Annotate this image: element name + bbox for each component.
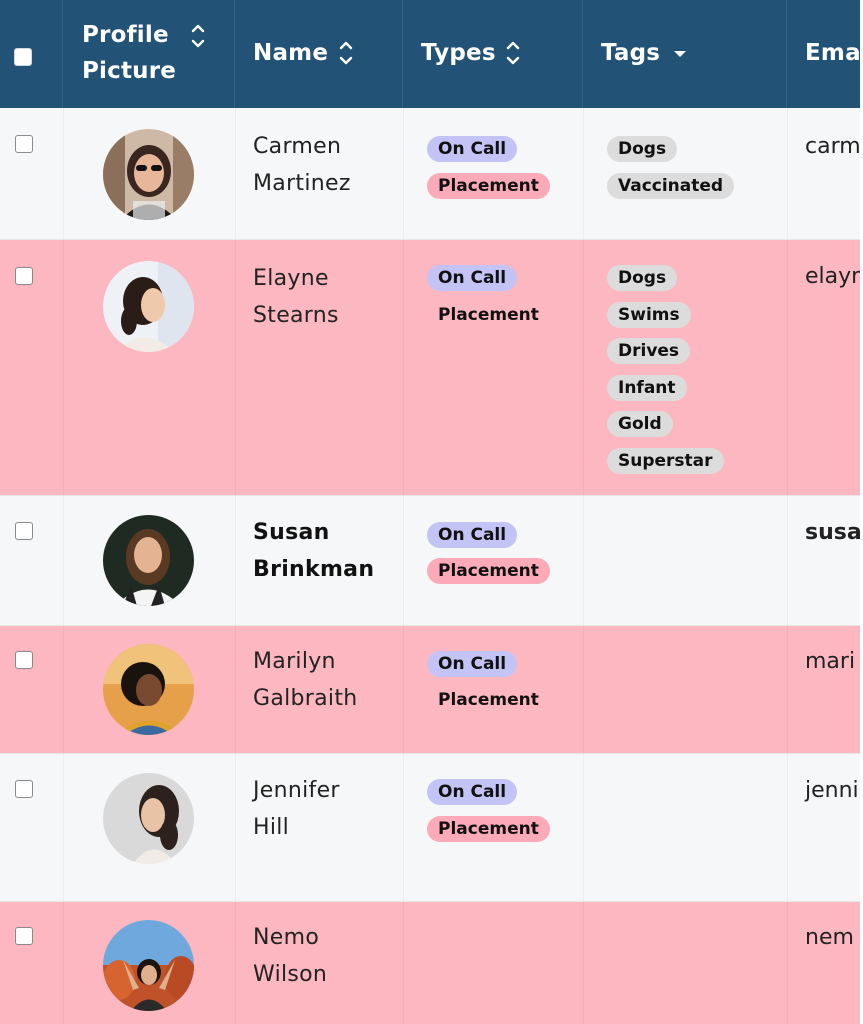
- row-checkbox[interactable]: [15, 780, 33, 798]
- header-tags[interactable]: Tags: [583, 0, 787, 108]
- tag-badge: Vaccinated: [607, 173, 735, 199]
- tag-badge: Dogs: [607, 265, 678, 291]
- email-cell[interactable]: mari: [805, 643, 855, 680]
- header-profile-picture[interactable]: Profile Picture: [63, 0, 235, 108]
- last-name: Wilson: [253, 962, 328, 987]
- first-name: Marilyn: [253, 649, 336, 674]
- email-cell[interactable]: carm: [805, 128, 860, 165]
- caret-down-icon[interactable]: [673, 49, 687, 59]
- table-row[interactable]: Jennifer Hill On Call Placement jenni: [0, 754, 860, 902]
- tag-badge: Gold: [607, 411, 673, 437]
- type-badge-on-call: On Call: [427, 136, 518, 162]
- row-checkbox[interactable]: [15, 927, 33, 945]
- table-row[interactable]: Elayne Stearns On Call Placement Dogs Sw…: [0, 240, 860, 496]
- sort-icon[interactable]: [506, 39, 520, 67]
- email-cell[interactable]: susa: [805, 514, 860, 551]
- avatar: [103, 515, 194, 606]
- row-checkbox[interactable]: [15, 135, 33, 153]
- last-name: Stearns: [253, 303, 339, 328]
- first-name: Susan: [253, 520, 330, 545]
- row-checkbox[interactable]: [15, 267, 33, 285]
- type-badge-on-call: On Call: [427, 265, 518, 291]
- email-cell[interactable]: elayn: [805, 258, 860, 295]
- avatar: [103, 129, 194, 220]
- avatar: [103, 920, 194, 1011]
- avatar: [103, 773, 194, 864]
- table-row[interactable]: Carmen Martinez On Call Placement Dogs V…: [0, 108, 860, 240]
- people-table: Profile Picture Name Types Tags Ema Carm…: [0, 0, 860, 1024]
- row-checkbox[interactable]: [15, 522, 33, 540]
- type-badge-on-call: On Call: [427, 651, 518, 677]
- type-badge-placement: Placement: [438, 690, 539, 710]
- last-name: Brinkman: [253, 557, 375, 582]
- last-name: Martinez: [253, 171, 351, 196]
- person-name[interactable]: Marilyn Galbraith: [253, 643, 403, 717]
- header-email-label: Ema: [805, 40, 860, 66]
- header-types-label: Types: [421, 40, 496, 66]
- header-name[interactable]: Name: [235, 0, 403, 108]
- tag-badge: Dogs: [607, 136, 678, 162]
- header-tags-label: Tags: [601, 40, 661, 66]
- tag-badge: Swims: [607, 302, 691, 328]
- type-badge-placement: Placement: [427, 173, 550, 199]
- tag-badge: Superstar: [607, 448, 724, 474]
- header-profile-line2: Picture: [82, 58, 177, 84]
- select-all-checkbox[interactable]: [14, 48, 32, 66]
- last-name: Galbraith: [253, 686, 358, 711]
- person-name[interactable]: Elayne Stearns: [253, 260, 403, 334]
- header-profile-line1: Profile: [82, 22, 169, 48]
- sort-icon[interactable]: [191, 22, 205, 50]
- person-name[interactable]: Jennifer Hill: [253, 772, 403, 846]
- type-badge-on-call: On Call: [427, 522, 518, 548]
- first-name: Elayne: [253, 266, 329, 291]
- header-select-cell: [0, 0, 63, 108]
- table-row[interactable]: Nemo Wilson nem: [0, 902, 860, 1024]
- table-row[interactable]: Marilyn Galbraith On Call Placement mari: [0, 626, 860, 754]
- type-badge-placement: Placement: [427, 816, 550, 842]
- person-name[interactable]: Susan Brinkman: [253, 514, 403, 588]
- email-cell[interactable]: nem: [805, 919, 854, 956]
- first-name: Carmen: [253, 134, 342, 159]
- type-badge-placement: Placement: [438, 305, 539, 325]
- header-types[interactable]: Types: [403, 0, 583, 108]
- tag-badge: Drives: [607, 338, 691, 364]
- person-name[interactable]: Nemo Wilson: [253, 919, 403, 993]
- last-name: Hill: [253, 815, 290, 840]
- header-email[interactable]: Ema: [787, 0, 860, 108]
- person-name[interactable]: Carmen Martinez: [253, 128, 403, 202]
- first-name: Jennifer: [253, 778, 340, 803]
- table-row[interactable]: Susan Brinkman On Call Placement susa: [0, 496, 860, 626]
- type-badge-placement: Placement: [427, 558, 550, 584]
- email-cell[interactable]: jenni: [805, 772, 859, 809]
- tag-badge: Infant: [607, 375, 687, 401]
- row-checkbox[interactable]: [15, 651, 33, 669]
- sort-icon[interactable]: [339, 39, 353, 67]
- first-name: Nemo: [253, 925, 320, 950]
- type-badge-on-call: On Call: [427, 779, 518, 805]
- header-name-label: Name: [253, 40, 329, 66]
- avatar: [103, 644, 194, 735]
- avatar: [103, 261, 194, 352]
- table-header: Profile Picture Name Types Tags Ema: [0, 0, 860, 108]
